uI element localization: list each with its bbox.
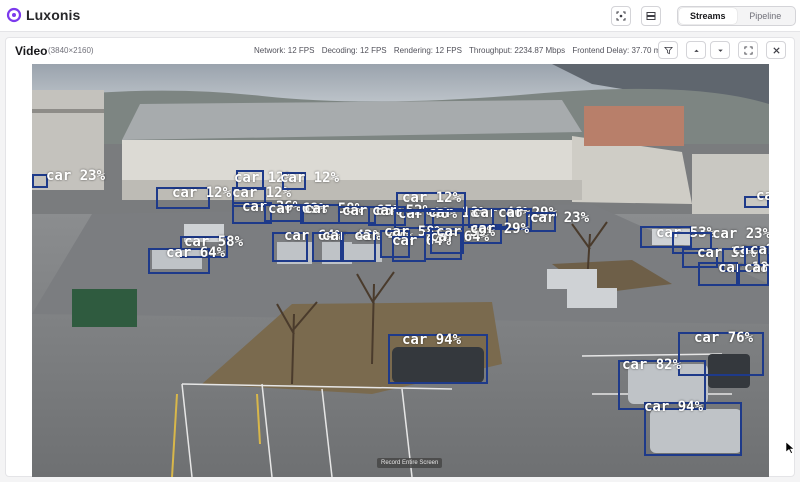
detection-label: car xyxy=(756,188,769,204)
stat-network: Network: 12 FPS xyxy=(254,46,315,55)
layout-icon xyxy=(646,12,656,20)
detection-label: car 12% xyxy=(280,170,340,186)
detection-label: car 23% xyxy=(46,168,106,184)
tab-pipeline[interactable]: Pipeline xyxy=(737,8,795,24)
layout-button[interactable] xyxy=(641,6,661,26)
stat-frontend-delay: Frontend Delay: 37.70 ms xyxy=(572,46,665,55)
video-feed[interactable]: car 23% car 12% car 12% car 12% car 12% car 3… xyxy=(32,64,769,477)
stream-stats: Network: 12 FPS Decoding: 12 FPS Renderi… xyxy=(254,46,669,55)
stat-throughput: Throughput: 2234.87 Mbps xyxy=(469,46,566,55)
mouse-cursor-icon xyxy=(786,442,795,454)
detection-label: car 64% xyxy=(166,245,226,261)
detection-label: car 94% xyxy=(402,332,462,348)
tab-streams[interactable]: Streams xyxy=(679,8,737,24)
fullscreen-button[interactable] xyxy=(738,41,758,59)
move-down-button[interactable] xyxy=(710,41,730,59)
move-up-button[interactable] xyxy=(686,41,706,59)
app-root: Luxonis Streams Pipeline Video (3840×216… xyxy=(0,0,800,482)
detection-label: car 29% xyxy=(750,242,769,258)
detection-label: car 23% xyxy=(744,260,769,276)
detection-label: car 76% xyxy=(694,330,754,346)
detection-label: car 94% xyxy=(644,399,704,415)
screenshot-button[interactable] xyxy=(611,6,631,26)
top-bar: Luxonis Streams Pipeline xyxy=(0,0,800,32)
close-icon xyxy=(772,46,780,54)
video-resolution: (3840×2160) xyxy=(48,46,94,55)
detection-label: car 23% xyxy=(712,226,769,242)
luxonis-logo-icon xyxy=(6,7,22,23)
stat-decoding: Decoding: 12 FPS xyxy=(321,46,387,55)
detection-label: car 29% xyxy=(470,221,530,237)
chevron-down-icon xyxy=(717,49,723,52)
screenshot-icon xyxy=(616,11,626,21)
filter-button[interactable] xyxy=(658,41,678,59)
record-tooltip: Record Entire Screen xyxy=(377,458,443,468)
filter-icon xyxy=(663,46,673,54)
detection-label: car 23% xyxy=(530,210,590,226)
chevron-up-icon xyxy=(693,49,699,52)
detection-label: car 12% xyxy=(402,190,462,206)
detection-label: car 82% xyxy=(622,357,682,373)
close-button[interactable] xyxy=(766,41,786,59)
fullscreen-icon xyxy=(743,45,753,55)
panel-title: Video xyxy=(15,44,48,58)
brand[interactable]: Luxonis xyxy=(6,7,80,23)
detection-label: car 12% xyxy=(172,185,232,201)
view-switcher: Streams Pipeline xyxy=(677,6,796,26)
brand-name: Luxonis xyxy=(26,7,81,23)
stat-rendering: Rendering: 12 FPS xyxy=(393,46,462,55)
